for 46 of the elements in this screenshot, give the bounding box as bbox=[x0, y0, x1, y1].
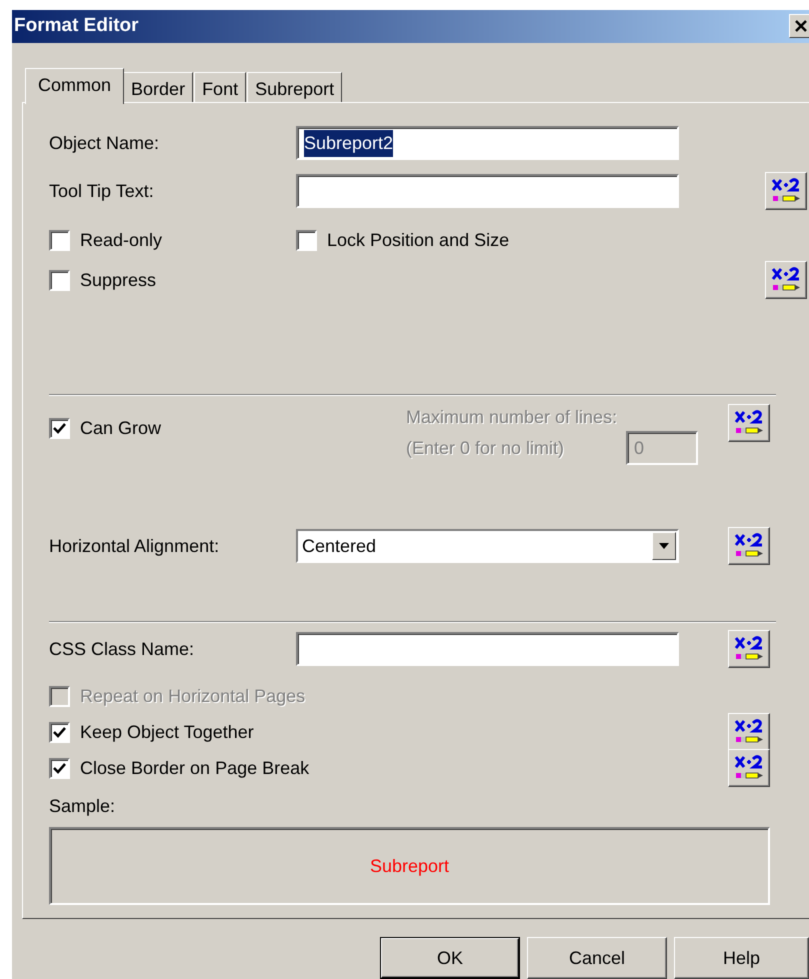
field-label: Maximum number of lines: bbox=[406, 406, 618, 430]
formula-button[interactable] bbox=[728, 527, 770, 566]
text-field[interactable]: Subreport2 bbox=[296, 126, 679, 160]
checkbox-label: Suppress bbox=[80, 268, 156, 292]
field-label: Horizontal Alignment: bbox=[49, 534, 220, 558]
dialog-button[interactable]: Help bbox=[674, 937, 809, 979]
checkbox-label: Keep Object Together bbox=[80, 720, 254, 744]
formula-button[interactable] bbox=[728, 713, 770, 752]
formula-button[interactable] bbox=[728, 404, 770, 442]
text-field[interactable] bbox=[296, 174, 679, 208]
checkbox[interactable] bbox=[49, 418, 70, 440]
checkbox[interactable] bbox=[296, 230, 317, 251]
checkbox[interactable] bbox=[49, 758, 70, 779]
sample-text: Subreport bbox=[370, 854, 450, 878]
close-icon bbox=[795, 20, 807, 32]
checkbox[interactable] bbox=[49, 722, 70, 743]
tab[interactable]: Common bbox=[25, 68, 124, 104]
tab[interactable]: Subreport bbox=[247, 72, 342, 102]
sample-label: Sample: bbox=[49, 796, 116, 818]
check-icon bbox=[53, 726, 66, 738]
formula-button[interactable] bbox=[728, 630, 770, 668]
checkbox-label: Repeat on Horizontal Pages bbox=[80, 684, 306, 708]
checkbox[interactable] bbox=[49, 230, 70, 251]
formula-button[interactable] bbox=[765, 172, 807, 210]
check-icon bbox=[53, 762, 66, 774]
tab[interactable]: Font bbox=[194, 72, 246, 102]
window-title: Format Editor bbox=[14, 14, 139, 38]
checkbox-label: Read-only bbox=[80, 228, 162, 252]
dialog-button[interactable]: OK bbox=[380, 937, 520, 979]
dropdown-arrow-icon bbox=[659, 543, 669, 550]
dropdown[interactable]: Centered bbox=[296, 529, 679, 564]
formula-button[interactable] bbox=[728, 749, 770, 788]
formula-button[interactable] bbox=[765, 261, 807, 300]
hint-text: (Enter 0 for no limit) bbox=[406, 436, 564, 460]
dialog-button[interactable]: Cancel bbox=[527, 937, 667, 979]
close-button[interactable] bbox=[789, 14, 809, 38]
text-field[interactable] bbox=[296, 632, 679, 666]
field-label: Tool Tip Text: bbox=[49, 180, 155, 203]
checkbox-label: Lock Position and Size bbox=[327, 228, 510, 252]
checkbox[interactable] bbox=[49, 270, 70, 291]
checkbox-label: Can Grow bbox=[80, 417, 162, 440]
checkbox-label: Close Border on Page Break bbox=[80, 756, 310, 780]
tab[interactable]: Border bbox=[123, 72, 194, 102]
field-label: CSS Class Name: bbox=[49, 638, 196, 661]
check-icon bbox=[53, 423, 66, 434]
field-label: Object Name: bbox=[49, 132, 160, 155]
